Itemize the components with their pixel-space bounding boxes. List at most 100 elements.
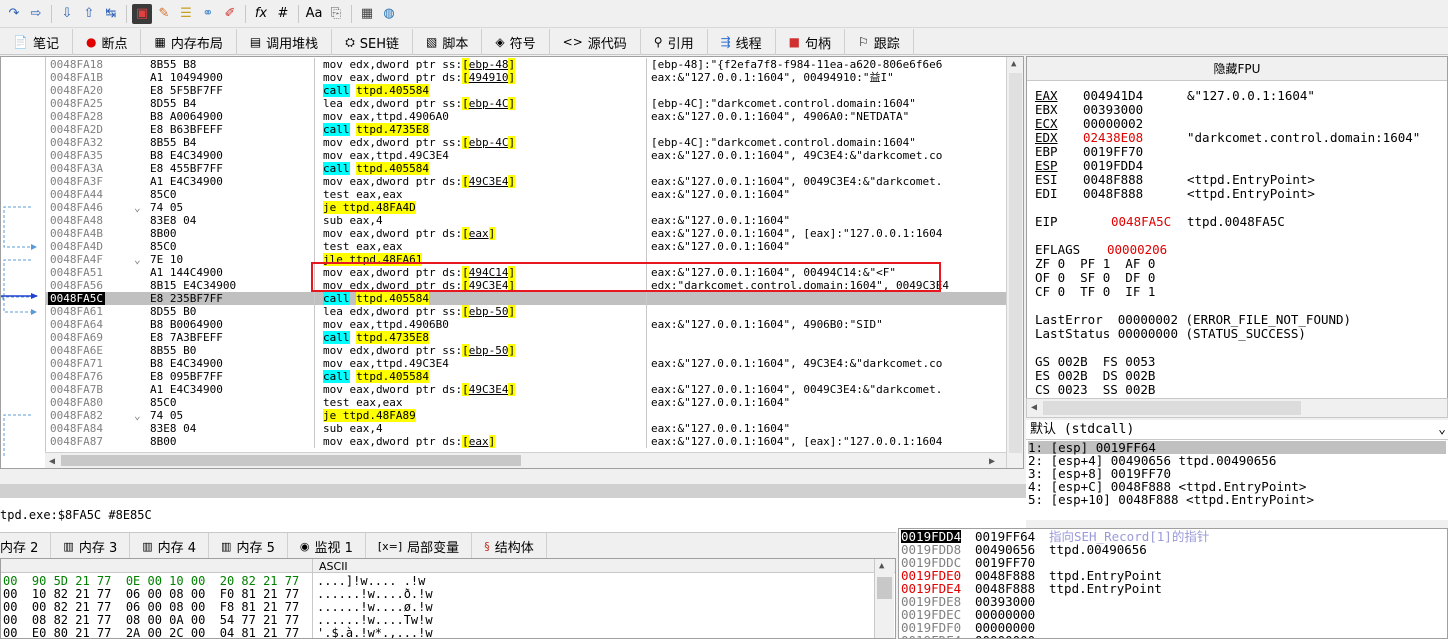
dump-tab-6[interactable]: § 结构体 [472,533,547,559]
scroll-left-icon[interactable]: ◀ [1031,402,1037,413]
label-icon[interactable]: ⚭ [198,4,218,24]
horizontal-scrollbar[interactable]: ◀ ▶ [45,452,1006,468]
stop-icon[interactable]: ▣ [132,3,152,24]
scroll-left-icon[interactable]: ◀ [49,456,55,467]
dump-tab-3[interactable]: ▥ 内存 5 [209,533,288,559]
disasm-row[interactable]: 0048FA46 74 05 ⌄ je ttpd.48FA4D [46,201,1006,214]
disasm-row[interactable]: 0048FA4B 8B00 mov eax,dword ptr ds:[eax] ea… [46,227,1006,240]
register-value[interactable]: 02438E08 [1083,131,1143,144]
hash-icon[interactable]: # [273,4,293,24]
call-arg-row[interactable]: 5: [esp+10] 0048F888 <ttpd.EntryPoint> [1028,493,1314,506]
disasm-row[interactable]: 0048FA64 B8 B0064900 mov eax,ttpd.4906B0 ea… [46,318,1006,331]
tab-0[interactable]: 📄 笔记 [0,29,73,55]
scroll-right-icon[interactable]: ▶ [989,456,995,467]
disasm-row[interactable]: 0048FA69 E8 7A3BFEFF call ttpd.4735E8 [46,331,1006,344]
register-value[interactable]: 00000002 [1083,117,1143,130]
animate-icon[interactable]: ↹ [101,4,121,24]
scroll-thumb[interactable] [61,455,521,466]
disasm-row[interactable]: 0048FA3F A1 E4C34900 mov eax,dword ptr ds:… [46,175,1006,188]
font-icon[interactable]: Aa [304,4,324,24]
tab-1[interactable]: ● 断点 [73,29,142,55]
disasm-row[interactable]: 0048FA32 8B55 B4 mov edx,dword ptr ss:[ebp… [46,136,1006,149]
disasm-row[interactable]: 0048FA20 E8 5F5BF7FF call ttpd.405584 [46,84,1006,97]
register-value[interactable]: 004941D4 [1083,89,1143,102]
dump-hex-row[interactable]: 00 E0 80 21 77 2A 00 2C 00 04 81 21 77 [3,627,299,639]
tab-4[interactable]: ⛭ SEH链 [332,29,414,55]
highlight-annotation-box [311,262,941,292]
tab-10[interactable]: ■ 句柄 [776,29,846,55]
step-over-icon[interactable]: ⇩ [57,4,77,24]
tab-2[interactable]: ▦ 内存布局 [141,29,237,55]
register-value[interactable]: 0019FF70 [1083,145,1143,158]
flags-line[interactable]: OF 0 SF 0 DF 0 [1035,271,1155,284]
segment-registers[interactable]: ES 002B DS 002B [1035,369,1155,382]
tab-5[interactable]: ▧ 脚本 [413,29,483,55]
dump-ascii-row[interactable]: '.$.à.!w*.,...!w [317,627,433,639]
disasm-row[interactable]: 0048FA80 85C0 test eax,eax eax:&"127.0.0.1:… [46,396,1006,409]
register-value[interactable]: 0019FDD4 [1083,159,1143,172]
disasm-row[interactable]: 0048FA28 B8 A0064900 mov eax,ttpd.4906A0 ea… [46,110,1006,123]
disasm-row[interactable]: 0048FA71 B8 E4C34900 mov eax,ttpd.49C3E4 ea… [46,357,1006,370]
disasm-row[interactable]: 0048FA7B A1 E4C34900 mov eax,dword ptr ds:… [46,383,1006,396]
disasm-row[interactable]: 0048FA61 8D55 B0 lea edx,dword ptr ss:[ebp… [46,305,1006,318]
dump-tab-5[interactable]: [x=] 局部变量 [366,533,473,559]
disasm-row[interactable]: 0048FA48 83E8 04 sub eax,4 eax:&"127.0.0.1:… [46,214,1006,227]
disasm-row[interactable]: 0048FA76 E8 095BF7FF call ttpd.405584 [46,370,1006,383]
globe-icon[interactable]: ◍ [379,4,399,24]
disasm-row[interactable]: 0048FA3A E8 455BF7FF call ttpd.405584 [46,162,1006,175]
call-args-pane[interactable]: 1: [esp] 0019FF64 2: [esp+4] 00490656 ttp… [1026,440,1448,520]
tab-9[interactable]: ⇶ 线程 [708,29,776,55]
tab-8[interactable]: ⚲ 引用 [641,29,708,55]
flags-line[interactable]: ZF 0 PF 1 AF 0 [1035,257,1155,270]
step-into-icon[interactable]: ⇨ [26,4,46,24]
run-to-user-icon[interactable]: ⇧ [79,4,99,24]
stack-pane[interactable]: 0019FDD4 0019FF64 指向SEH_Record[1]的指针 0019FD… [898,528,1448,639]
disasm-row[interactable]: 0048FA44 85C0 test eax,eax eax:&"127.0.0.1:… [46,188,1006,201]
disasm-row[interactable]: 0048FA1B A1 10494900 mov eax,dword ptr ds:… [46,71,1006,84]
register-value[interactable]: 0048F888 [1083,173,1143,186]
disasm-row[interactable]: 0048FA18 8B55 B8 mov edx,dword ptr ss:[ebp… [46,58,1006,71]
redo-icon[interactable]: ↷ [4,4,24,24]
dump-tab-2[interactable]: ▥ 内存 4 [130,533,210,559]
highlight-icon[interactable]: ✎ [154,4,174,24]
disasm-row[interactable]: 0048FA4D 85C0 test eax,eax eax:&"127.0.0.1:… [46,240,1006,253]
disasm-row[interactable]: 0048FA35 B8 E4C34900 mov eax,ttpd.49C3E4 ea… [46,149,1006,162]
register-value[interactable]: 0048F888 [1083,187,1143,200]
register-value[interactable]: 0048FA5C [1111,215,1171,228]
dump-vertical-scrollbar[interactable]: ▲ [874,559,894,638]
register-value[interactable]: 00000206 [1107,243,1167,256]
bookmark-icon[interactable]: ✐ [220,4,240,24]
dump-tab-1[interactable]: ▥ 内存 3 [51,533,131,559]
calling-convention-select[interactable]: 默认 (stdcall) ⌄ [1026,420,1448,440]
hide-fpu-button[interactable]: 隐藏FPU [1027,57,1447,81]
segment-registers[interactable]: GS 002B FS 0053 [1035,355,1155,368]
tab-6[interactable]: ◈ 符号 [482,29,550,55]
disasm-row[interactable]: 0048FA84 83E8 04 sub eax,4 eax:&"127.0.0.1:… [46,422,1006,435]
fx-icon[interactable]: fx [251,4,271,24]
tab-11[interactable]: ⚐ 跟踪 [845,29,914,55]
comment-icon[interactable]: ☰ [176,4,196,24]
memory-dump-pane[interactable]: ASCII ▲ 00 90 5D 21 77 0E 00 10 00 20 82… [0,558,896,639]
stack-address[interactable]: 0019FDF4 [901,634,961,638]
dump-tab-0[interactable]: 内存 2 [0,533,52,559]
disasm-row[interactable]: 0048FA6E 8B55 B0 mov edx,dword ptr ss:[ebp… [46,344,1006,357]
disasm-row[interactable]: 0048FA82 74 05 ⌄ je ttpd.48FA89 [46,409,1006,422]
registers-pane[interactable]: 隐藏FPU EAX 004941D4 &"127.0.0.1:1604" EBX 003… [1026,56,1448,418]
dump-tab-4[interactable]: ◉ 监视 1 [288,533,366,559]
disasm-row[interactable]: 0048FA5C E8 235BF7FF call ttpd.405584 [46,292,1006,305]
flags-line[interactable]: CF 0 TF 0 IF 1 [1035,285,1155,298]
disasm-row[interactable]: 0048FA25 8D55 B4 lea edx,dword ptr ss:[ebp… [46,97,1006,110]
disasm-row[interactable]: 0048FA2D E8 B63BFEFF call ttpd.4735E8 [46,123,1006,136]
tab-3[interactable]: ▤ 调用堆栈 [237,29,333,55]
calculator-icon[interactable]: ▦ [357,4,377,24]
register-value[interactable]: 00393000 [1083,103,1143,116]
segment-registers[interactable]: CS 0023 SS 002B [1035,383,1155,396]
vertical-scrollbar[interactable]: ▲ [1006,57,1023,468]
scroll-up-icon[interactable]: ▲ [879,561,884,571]
scroll-up-icon[interactable]: ▲ [1011,59,1016,69]
registers-scrollbar[interactable]: ◀ [1026,398,1448,418]
disasm-row[interactable]: 0048FA87 8B00 mov eax,dword ptr ds:[eax] ea… [46,435,1006,448]
disassembly-listing[interactable]: 0048FA18 8B55 B8 mov edx,dword ptr ss:[ebp… [45,57,1006,452]
tab-7[interactable]: <> 源代码 [550,29,641,55]
paste-icon[interactable]: ⎘ [326,4,346,24]
